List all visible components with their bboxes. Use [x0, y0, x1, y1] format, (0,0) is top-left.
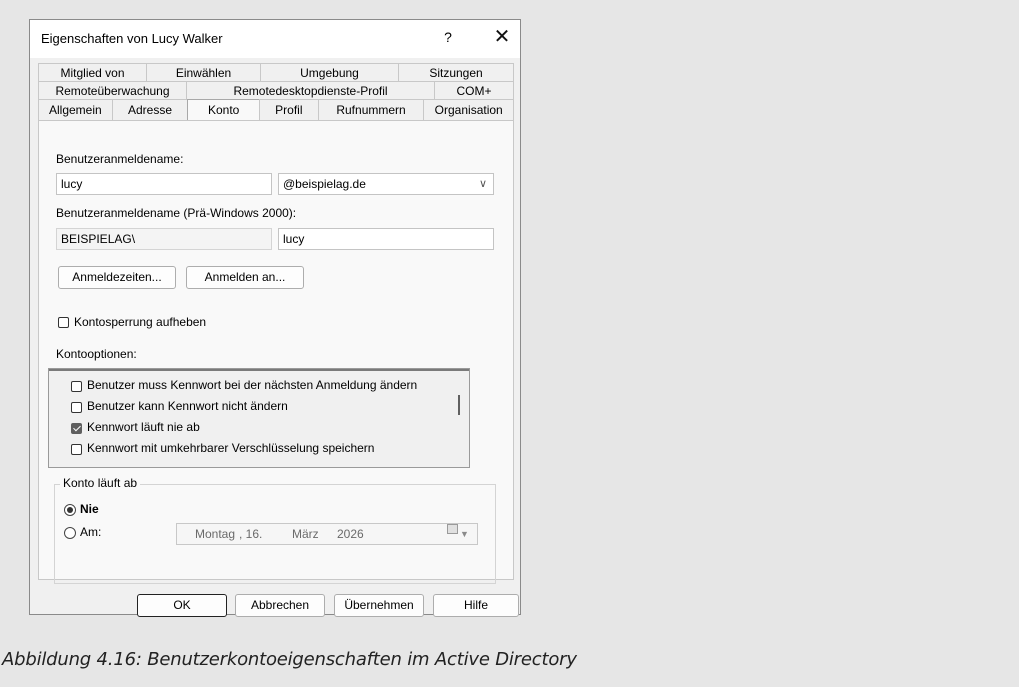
close-icon[interactable]: ✕: [492, 26, 512, 48]
option-label-must-change: Benutzer muss Kennwort bei der nächsten …: [87, 378, 418, 392]
help-icon[interactable]: ?: [440, 29, 456, 45]
calendar-icon[interactable]: [447, 524, 458, 534]
help-button[interactable]: Hilfe: [433, 594, 519, 617]
expires-never-radio[interactable]: [64, 504, 76, 516]
account-expires-title: Konto läuft ab: [60, 476, 141, 490]
tab-einwaehlen[interactable]: Einwählen: [146, 63, 260, 82]
option-label-cannot-change: Benutzer kann Kennwort nicht ändern: [87, 399, 288, 413]
window-title: Eigenschaften von Lucy Walker: [41, 31, 223, 46]
date-month: März: [292, 527, 319, 541]
option-checkbox-never-expires[interactable]: [71, 423, 82, 434]
logon-hours-button[interactable]: Anmeldezeiten...: [58, 266, 176, 289]
date-day: , 16.: [239, 527, 263, 541]
scrollbar-thumb[interactable]: [458, 395, 460, 415]
domain-select-value: @beispielag.de: [283, 177, 366, 191]
tab-mitglied-von[interactable]: Mitglied von: [38, 63, 146, 82]
option-checkbox-cannot-change[interactable]: [71, 402, 82, 413]
expires-at-label: Am:: [80, 525, 102, 539]
option-label-never-expires: Kennwort läuft nie ab: [87, 420, 200, 434]
option-label-reversible-encryption: Kennwort mit umkehrbarer Verschlüsselung…: [87, 441, 375, 455]
figure-caption: Abbildung 4.16: Benutzerkontoeigenschaft…: [2, 649, 577, 670]
pre2000-name-input[interactable]: lucy: [278, 228, 494, 250]
option-checkbox-must-change[interactable]: [71, 381, 82, 392]
ok-button[interactable]: OK: [137, 594, 227, 617]
tab-adresse[interactable]: Adresse: [111, 99, 188, 120]
logon-to-button[interactable]: Anmelden an...: [186, 266, 304, 289]
account-options-list[interactable]: Benutzer muss Kennwort bei der nächsten …: [48, 368, 470, 468]
tab-profil[interactable]: Profil: [259, 99, 318, 120]
dropdown-arrow-icon[interactable]: ▼: [460, 524, 469, 544]
domain-select[interactable]: @beispielag.de ∨: [278, 173, 494, 195]
tab-remotedesktopdienste-profil[interactable]: Remotedesktopdienste-Profil: [186, 81, 434, 100]
expiry-date-picker[interactable]: Montag , 16. März 2026 ▼: [176, 523, 478, 545]
pre2000-domain-field: BEISPIELAG\: [56, 228, 272, 250]
tab-allgemein[interactable]: Allgemein: [38, 99, 112, 120]
tab-konto[interactable]: Konto: [187, 99, 260, 120]
tab-com-plus[interactable]: COM+: [434, 81, 514, 100]
tab-organisation[interactable]: Organisation: [423, 99, 515, 120]
logon-name-input[interactable]: lucy: [56, 173, 272, 195]
date-year: 2026: [337, 527, 364, 541]
chevron-down-icon: ∨: [478, 178, 487, 190]
cancel-button[interactable]: Abbrechen: [235, 594, 325, 617]
logon-name-label: Benutzeranmeldename:: [56, 152, 184, 166]
account-options-label: Kontooptionen:: [56, 347, 137, 361]
properties-dialog: Eigenschaften von Lucy Walker ? ✕ Mitgli…: [29, 19, 521, 617]
expires-at-radio[interactable]: [64, 527, 76, 539]
date-weekday: Montag: [195, 527, 236, 541]
tab-rufnummern[interactable]: Rufnummern: [317, 99, 424, 120]
tab-sitzungen[interactable]: Sitzungen: [398, 63, 514, 82]
pre2000-label: Benutzeranmeldename (Prä-Windows 2000):: [56, 206, 297, 220]
unlock-account-label: Kontosperrung aufheben: [74, 315, 207, 329]
tab-umgebung[interactable]: Umgebung: [260, 63, 398, 82]
option-checkbox-reversible-encryption[interactable]: [71, 444, 82, 455]
title-bar: Eigenschaften von Lucy Walker ? ✕: [30, 20, 520, 58]
expires-never-label: Nie: [80, 502, 99, 516]
unlock-account-checkbox[interactable]: [58, 317, 69, 328]
apply-button[interactable]: Übernehmen: [334, 594, 424, 617]
tab-remoteueberwachung[interactable]: Remoteüberwachung: [38, 81, 186, 100]
